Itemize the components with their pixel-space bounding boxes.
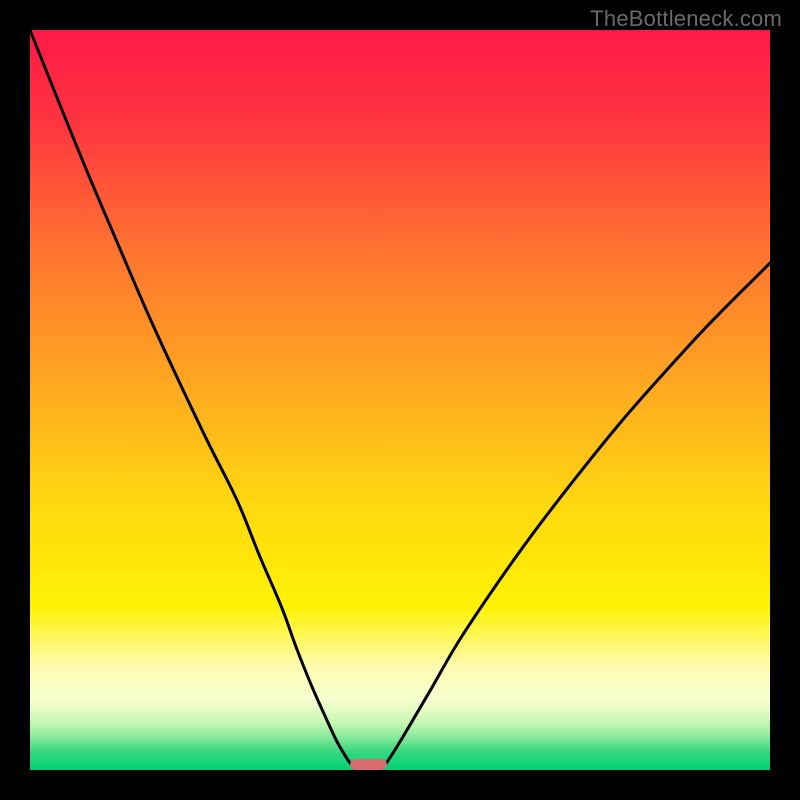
plot-area bbox=[30, 30, 770, 770]
curve-layer bbox=[30, 30, 770, 770]
left-branch-path bbox=[30, 30, 356, 770]
watermark-text: TheBottleneck.com bbox=[590, 6, 782, 32]
chart-frame: TheBottleneck.com bbox=[0, 0, 800, 800]
minimum-marker bbox=[350, 759, 387, 770]
right-branch-path bbox=[382, 263, 771, 770]
